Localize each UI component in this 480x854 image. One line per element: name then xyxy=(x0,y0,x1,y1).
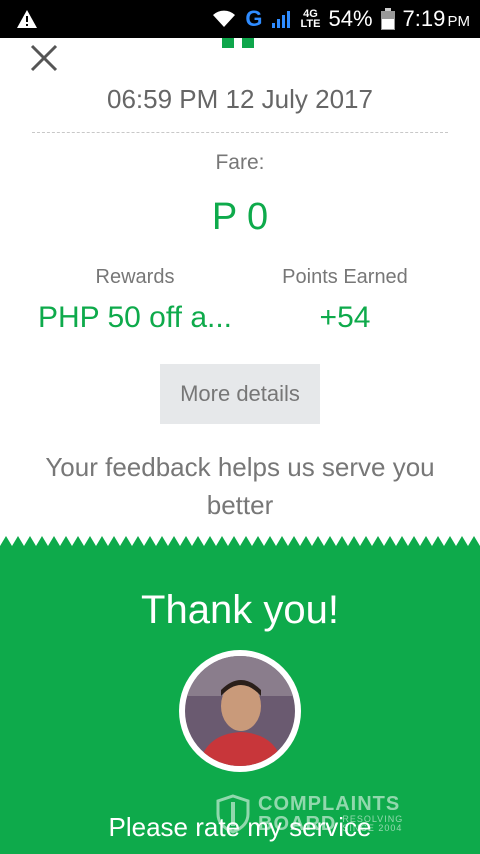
top-indicator xyxy=(222,38,258,48)
close-button[interactable] xyxy=(24,38,64,78)
clock: 7:19 PM xyxy=(403,6,470,32)
close-icon xyxy=(30,44,58,72)
points-value: +54 xyxy=(319,301,371,334)
rewards-section: Rewards PHP 50 off a... xyxy=(30,266,240,335)
fare-value: P 0 xyxy=(211,196,269,238)
rewards-value[interactable]: PHP 50 off a... xyxy=(30,301,240,335)
driver-avatar xyxy=(179,650,301,772)
points-label: Points Earned xyxy=(282,266,408,288)
clock-period: PM xyxy=(447,13,471,30)
feedback-text: Your feedback helps us serve you better xyxy=(45,452,435,520)
network-type-bottom: LTE xyxy=(300,18,321,30)
battery-icon xyxy=(380,8,395,30)
warning-icon xyxy=(17,10,37,28)
avatar-photo xyxy=(185,656,295,766)
divider xyxy=(32,132,448,133)
rewards-label: Rewards xyxy=(95,266,175,288)
more-details-button[interactable]: More details xyxy=(160,364,320,424)
network-type: 4G LTE xyxy=(300,9,321,30)
zigzag-edge xyxy=(0,536,480,548)
signal-icon xyxy=(271,11,290,28)
fare-label: Fare: xyxy=(215,151,265,174)
status-bar: G 4G LTE 54% 7:19 PM xyxy=(0,0,480,38)
network-label: G xyxy=(245,6,263,31)
battery-percent: 54% xyxy=(328,6,373,31)
rate-service-prompt: Please rate my service xyxy=(108,812,372,842)
clock-time: 7:19 xyxy=(402,6,446,31)
wifi-icon xyxy=(213,10,236,27)
trip-datetime: 06:59 PM 12 July 2017 xyxy=(107,84,373,114)
thank-you-heading: Thank you! xyxy=(141,588,339,632)
watermark-line1: COMPLAINTS xyxy=(258,793,401,815)
points-section: Points Earned +54 xyxy=(250,266,440,335)
